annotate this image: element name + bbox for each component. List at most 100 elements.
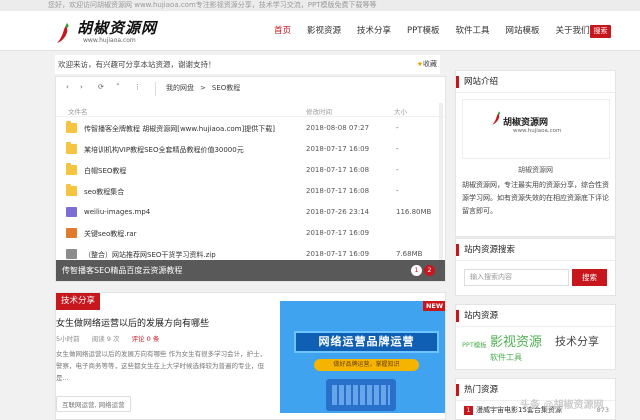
keyboard-illustration [326, 379, 396, 411]
sidebar-logo-text: 胡椒资源网 [503, 118, 549, 128]
nav-ppt[interactable]: PPT模板 [399, 11, 447, 51]
nav-tech[interactable]: 技术分享 [349, 11, 399, 51]
hot-rank: 1 [464, 406, 473, 415]
folder-icon [66, 142, 77, 154]
sidebar-logo: 胡椒资源网 www.hujiaoa.com [462, 99, 610, 159]
post-views: 阅读 9 次 [91, 335, 120, 343]
notice-text: 欢迎来访，有兴趣可分享本站资源，谢谢支持！ [58, 60, 216, 69]
zip-file-icon [66, 249, 77, 259]
file-size: - [396, 187, 399, 195]
col-size[interactable]: 大小 [394, 106, 407, 116]
site-name: 胡椒资源网 [518, 166, 553, 174]
video-file-icon [66, 207, 77, 217]
site-intro-widget: 网站介绍 胡椒资源网 www.hujiaoa.com 胡椒资源网 胡椒资源网，专… [455, 70, 616, 237]
forward-icon[interactable]: › [80, 83, 83, 91]
featured-slider: ‹ › ⟳ ˄ ⋮ 我的网盘 > SEO教程 文件名 修改时间 大小 传智播客全牌教… [55, 76, 446, 282]
chili-icon [492, 111, 500, 125]
search-button[interactable]: 搜索 [572, 269, 607, 286]
main-nav: 首页 影视资源 技术分享 PPT模板 软件工具 网站模板 关于我们 [266, 11, 598, 51]
site-header: 胡椒资源网 www.hujiaoa.com 首页 影视资源 技术分享 PPT模板… [0, 11, 640, 51]
file-size: 7.68MB [396, 250, 423, 258]
file-row[interactable]: 传智播客全牌教程 胡椒资源网[www.hujiaoa.com]提供下载] 201… [56, 118, 445, 139]
banner-subtitle: 做好品牌运营，掌握知识 [314, 359, 419, 371]
nav-software[interactable]: 软件工具 [448, 11, 498, 51]
watermark: 头条 @胡椒资源网 [520, 400, 604, 411]
post-comments[interactable]: 评论 0 条 [132, 335, 160, 343]
sidebar-logo-url: www.hujiaoa.com [513, 128, 562, 134]
resource-tags-widget: 站内资源 PPT模板 影视资源 技术分享 软件工具 [455, 304, 616, 370]
back-icon[interactable]: ‹ [66, 83, 69, 91]
favorite-button[interactable]: ★收藏 [417, 55, 437, 74]
file-manager-toolbar: ‹ › ⟳ ˄ ⋮ 我的网盘 > SEO教程 [56, 82, 445, 96]
post-card: 技术分享 女生做网络运营以后的发展方向有哪些 5小时前 阅读 9 次 评论 0 … [55, 292, 446, 420]
refresh-icon[interactable]: ⟳ [98, 83, 104, 91]
file-date: 2018-07-17 16:08 [306, 187, 370, 195]
scrollbar[interactable] [439, 103, 443, 268]
top-welcome-bar: 您好，欢迎访问胡椒资源网 www.hujiaoa.com专注影视资源分享，技术学… [0, 0, 640, 11]
breadcrumb-item[interactable]: SEO教程 [212, 84, 240, 92]
pager-dot-1[interactable]: 1 [411, 265, 422, 276]
file-date: 2018-07-17 16:09 [306, 229, 370, 237]
post-thumbnail[interactable]: 网络运营品牌运营 做好品牌运营，掌握知识 NEW [280, 301, 445, 413]
slider-pager: 1 2 [409, 265, 435, 276]
nav-home[interactable]: 首页 [266, 11, 299, 51]
col-date[interactable]: 修改时间 [306, 106, 332, 116]
toolbar-divider [155, 82, 156, 96]
new-badge: NEW [422, 301, 445, 311]
file-row[interactable]: weiliu-images.mp4 2018-07-26 23:14 116.8… [56, 202, 445, 223]
file-name: 传智播客全牌教程 胡椒资源网[www.hujiaoa.com]提供下载] [84, 125, 275, 133]
file-name: weiliu-images.mp4 [84, 208, 151, 216]
file-name: 关键seo教程.rar [84, 230, 137, 238]
file-date: 2018-07-26 23:14 [306, 208, 370, 216]
archive-file-icon [66, 228, 77, 238]
folder-icon [66, 163, 77, 175]
file-name: 某培训机构VIP教程SEO全套精品教程价值30000元 [84, 146, 244, 154]
banner-title: 网络运营品牌运营 [294, 331, 439, 353]
file-date: 2018-07-17 16:09 [306, 250, 370, 258]
file-row[interactable]: 白帽SEO教程 2018-07-17 16:08 - [56, 160, 445, 181]
file-row[interactable]: seo教程集合 2018-07-17 16:08 - [56, 181, 445, 202]
tag-video[interactable]: 影视资源 [490, 331, 542, 350]
file-name: 白帽SEO教程 [84, 167, 127, 175]
widget-title: 站内资源搜索 [456, 239, 615, 261]
file-size: - [396, 145, 399, 153]
site-logo[interactable]: 胡椒资源网 www.hujiaoa.com [55, 15, 156, 49]
post-category-tag[interactable]: 技术分享 [56, 293, 100, 310]
menu-icon[interactable]: ⋮ [134, 83, 141, 91]
pager-dot-2[interactable]: 2 [424, 265, 435, 276]
file-date: 2018-07-17 16:08 [306, 166, 370, 174]
folder-icon [66, 184, 77, 196]
file-date: 2018-07-17 16:09 [306, 145, 370, 153]
favorite-label: 收藏 [423, 60, 437, 68]
post-categories[interactable]: 互联网运营, 网络运营 [56, 396, 131, 412]
chili-icon [57, 23, 69, 43]
file-name: seo教程集合 [84, 188, 125, 196]
post-excerpt: 女生做网络运营以后的发展方向有哪些 作为女生有很多学习会计，护士，警察，电子商务… [56, 350, 267, 382]
site-description: 胡椒资源网，专注最实用的资源分享，综合性资源学习网。如有资源失效的在相应资源底下… [462, 181, 609, 215]
breadcrumb-sep: > [200, 84, 206, 92]
col-name[interactable]: 文件名 [68, 106, 88, 116]
logo-url: www.hujiaoa.com [83, 37, 136, 44]
post-title[interactable]: 女生做网络运营以后的发展方向有哪些 [56, 316, 209, 329]
folder-icon [66, 121, 77, 133]
tag-tech[interactable]: 技术分享 [555, 333, 599, 349]
nav-templates[interactable]: 网站模板 [498, 11, 548, 51]
search-widget: 站内资源搜索 输入搜索内容 搜索 [455, 238, 616, 296]
tag-ppt[interactable]: PPT模板 [462, 339, 487, 349]
breadcrumb-item[interactable]: 我的网盘 [166, 84, 194, 92]
file-size: 116.80MB [396, 208, 432, 216]
header-search-button[interactable]: 搜索 [590, 25, 611, 38]
file-row[interactable]: 某培训机构VIP教程SEO全套精品教程价值30000元 2018-07-17 1… [56, 139, 445, 160]
file-size: - [396, 166, 399, 174]
slide-caption[interactable]: 传智播客SEO精品百度云资源教程 [56, 260, 445, 281]
widget-title: 网站介绍 [456, 71, 615, 93]
post-time: 5小时前 [56, 335, 80, 343]
file-name: （整合）网站推荐网SEO干货学习资料.zip [84, 251, 216, 259]
tag-software[interactable]: 软件工具 [490, 352, 522, 363]
widget-title: 站内资源 [456, 305, 615, 327]
chevron-up-icon[interactable]: ˄ [116, 83, 120, 91]
nav-video[interactable]: 影视资源 [299, 11, 349, 51]
file-date: 2018-08-08 07:27 [306, 124, 370, 132]
file-row[interactable]: 关键seo教程.rar 2018-07-17 16:09 [56, 223, 445, 244]
search-input[interactable]: 输入搜索内容 [464, 269, 569, 286]
